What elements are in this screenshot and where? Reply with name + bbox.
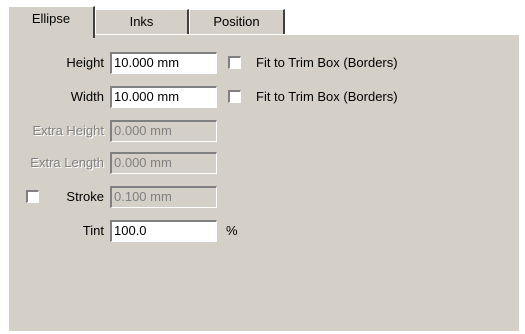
extra-length-label: Extra Length xyxy=(30,155,104,170)
stroke-checkbox[interactable] xyxy=(26,190,39,203)
tab-bar: Ellipse Inks Position xyxy=(8,6,508,38)
height-label: Height xyxy=(66,55,104,70)
tab-ellipse-label: Ellipse xyxy=(31,11,71,26)
stroke-label: Stroke xyxy=(66,189,104,204)
extra-height-label: Extra Height xyxy=(32,123,104,138)
ellipse-properties-dialog: Ellipse Inks Position Height 10.000 mm F… xyxy=(0,0,525,334)
tab-ellipse[interactable]: Ellipse xyxy=(8,6,95,38)
height-fit-checkbox[interactable] xyxy=(228,56,241,69)
width-field[interactable]: 10.000 mm xyxy=(110,86,217,108)
tint-unit-label: % xyxy=(226,223,238,238)
tab-inks-label: Inks xyxy=(129,14,154,29)
tint-field[interactable]: 100.0 xyxy=(110,220,217,242)
ellipse-tab-panel: Height 10.000 mm Fit to Trim Box (Border… xyxy=(8,34,519,331)
stroke-field: 0.100 mm xyxy=(110,186,217,208)
width-fit-checkbox[interactable] xyxy=(228,90,241,103)
extra-height-field: 0.000 mm xyxy=(110,120,217,142)
width-label: Width xyxy=(70,89,104,104)
tint-label: Tint xyxy=(82,223,104,238)
width-fit-label: Fit to Trim Box (Borders) xyxy=(256,89,398,104)
height-field[interactable]: 10.000 mm xyxy=(110,52,217,74)
height-fit-label: Fit to Trim Box (Borders) xyxy=(256,55,398,70)
tab-inks[interactable]: Inks xyxy=(95,9,189,35)
tab-position[interactable]: Position xyxy=(189,9,285,35)
tab-position-label: Position xyxy=(213,14,260,29)
extra-length-field: 0.000 mm xyxy=(110,152,217,174)
